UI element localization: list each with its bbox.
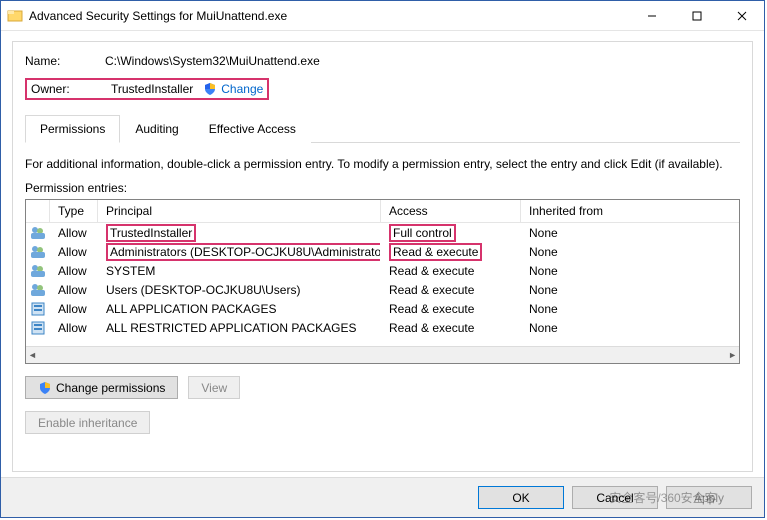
cell-inherited: None xyxy=(521,300,739,318)
col-access[interactable]: Access xyxy=(381,200,521,222)
cell-inherited: None xyxy=(521,262,739,280)
cell-access: Read & execute xyxy=(381,262,521,280)
principal-icon xyxy=(26,261,50,281)
cell-principal: Users (DESKTOP-OCJKU8U\Users) xyxy=(98,281,381,299)
folder-icon xyxy=(7,8,23,24)
shield-icon xyxy=(203,82,217,96)
change-owner-link[interactable]: Change xyxy=(221,82,263,96)
change-permissions-label: Change permissions xyxy=(56,381,165,395)
cell-type: Allow xyxy=(50,243,98,261)
tabs: Permissions Auditing Effective Access xyxy=(25,114,740,143)
apply-button[interactable]: Apply xyxy=(666,486,752,509)
cancel-button[interactable]: Cancel 安全客号/360安全客 xyxy=(572,486,658,509)
enable-inheritance-button[interactable]: Enable inheritance xyxy=(25,411,150,434)
col-type[interactable]: Type xyxy=(50,200,98,222)
window-title: Advanced Security Settings for MuiUnatte… xyxy=(29,9,287,23)
cancel-label: Cancel xyxy=(596,491,633,505)
owner-label: Owner: xyxy=(31,82,111,96)
table-row[interactable]: AllowUsers (DESKTOP-OCJKU8U\Users)Read &… xyxy=(26,280,739,299)
table-row[interactable]: AllowALL APPLICATION PACKAGESRead & exec… xyxy=(26,299,739,318)
permissions-table: Type Principal Access Inherited from All… xyxy=(25,199,740,364)
entries-label: Permission entries: xyxy=(25,181,740,195)
principal-icon xyxy=(26,223,50,243)
bottom-bar: OK Cancel 安全客号/360安全客 Apply xyxy=(1,477,764,517)
cell-inherited: None xyxy=(521,281,739,299)
table-header: Type Principal Access Inherited from xyxy=(26,200,739,223)
minimize-button[interactable] xyxy=(629,1,674,30)
cell-access: Read & execute xyxy=(381,281,521,299)
window-controls xyxy=(629,1,764,30)
owner-value: TrustedInstaller xyxy=(111,82,193,96)
table-row[interactable]: AllowAdministrators (DESKTOP-OCJKU8U\Adm… xyxy=(26,242,739,261)
table-body: AllowTrustedInstallerFull controlNoneAll… xyxy=(26,223,739,337)
shield-icon xyxy=(38,381,52,395)
col-principal[interactable]: Principal xyxy=(98,200,381,222)
cell-type: Allow xyxy=(50,300,98,318)
cell-type: Allow xyxy=(50,319,98,337)
col-inherited[interactable]: Inherited from xyxy=(521,200,739,222)
cell-access: Read & execute xyxy=(381,300,521,318)
name-label: Name: xyxy=(25,54,105,68)
cell-inherited: None xyxy=(521,243,739,261)
ok-button[interactable]: OK xyxy=(478,486,564,509)
tab-auditing[interactable]: Auditing xyxy=(120,115,193,143)
cell-inherited: None xyxy=(521,319,739,337)
table-row[interactable]: AllowTrustedInstallerFull controlNone xyxy=(26,223,739,242)
content-panel: Name: C:\Windows\System32\MuiUnattend.ex… xyxy=(12,41,753,472)
cell-type: Allow xyxy=(50,262,98,280)
tab-effective-access[interactable]: Effective Access xyxy=(194,115,311,143)
name-value: C:\Windows\System32\MuiUnattend.exe xyxy=(105,54,320,68)
cell-principal: Administrators (DESKTOP-OCJKU8U\Administ… xyxy=(98,241,381,263)
principal-icon xyxy=(26,280,50,300)
cell-inherited: None xyxy=(521,224,739,242)
close-button[interactable] xyxy=(719,1,764,30)
horizontal-scrollbar[interactable]: ◄ ► xyxy=(26,346,739,363)
table-row[interactable]: AllowSYSTEMRead & executeNone xyxy=(26,261,739,280)
cell-access: Read & execute xyxy=(381,319,521,337)
scroll-right-icon[interactable]: ► xyxy=(728,350,737,360)
principal-icon xyxy=(26,242,50,262)
cell-type: Allow xyxy=(50,224,98,242)
principal-icon xyxy=(26,318,50,338)
info-text: For additional information, double-click… xyxy=(25,157,740,171)
view-button[interactable]: View xyxy=(188,376,240,399)
maximize-button[interactable] xyxy=(674,1,719,30)
cell-type: Allow xyxy=(50,281,98,299)
table-row[interactable]: AllowALL RESTRICTED APPLICATION PACKAGES… xyxy=(26,318,739,337)
cell-principal: ALL APPLICATION PACKAGES xyxy=(98,300,381,318)
change-permissions-button[interactable]: Change permissions xyxy=(25,376,178,399)
titlebar: Advanced Security Settings for MuiUnatte… xyxy=(1,1,764,31)
cell-principal: ALL RESTRICTED APPLICATION PACKAGES xyxy=(98,319,381,337)
principal-icon xyxy=(26,299,50,319)
cell-principal: SYSTEM xyxy=(98,262,381,280)
scroll-left-icon[interactable]: ◄ xyxy=(28,350,37,360)
tab-permissions[interactable]: Permissions xyxy=(25,115,120,143)
cell-access: Read & execute xyxy=(381,241,521,263)
